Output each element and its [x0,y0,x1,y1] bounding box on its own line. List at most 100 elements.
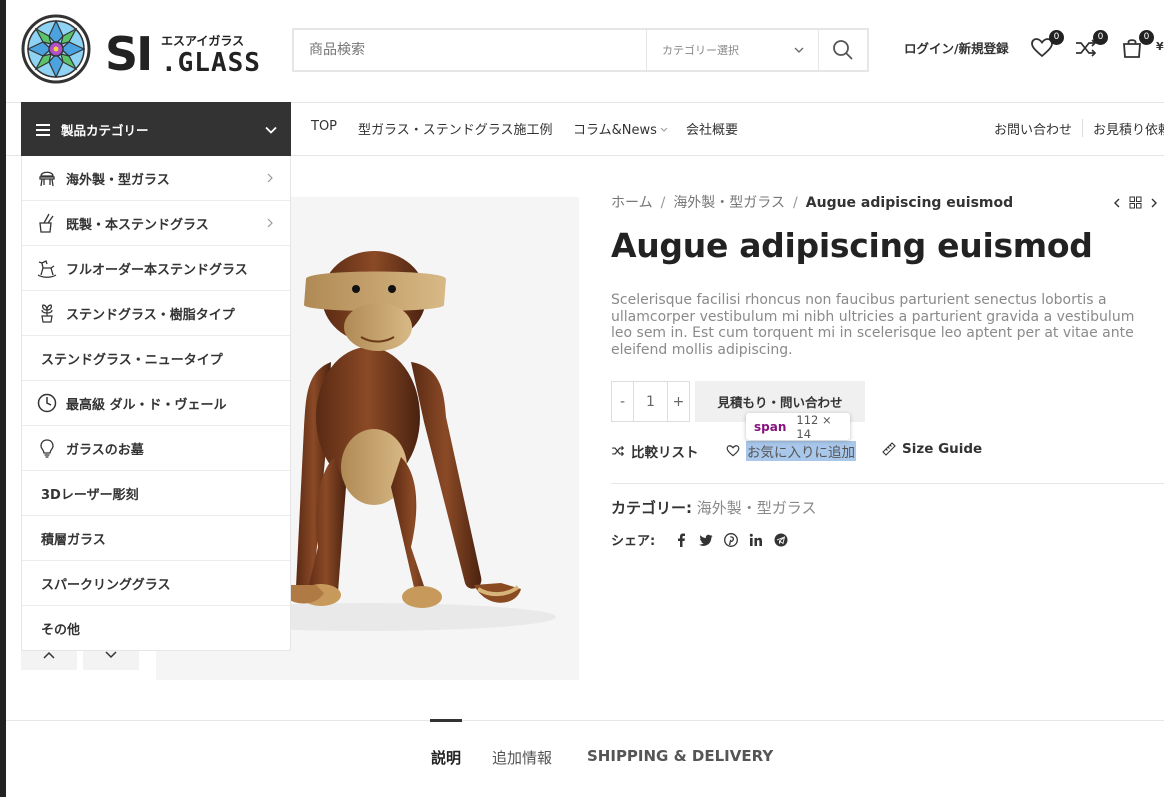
category-item-glass-grave[interactable]: ガラスのお墓 [22,426,290,471]
category-label: その他 [41,623,81,638]
kitchen-icon [39,213,54,233]
product-title: Augue adipiscing euismod [611,226,1093,265]
share-label: シェア: [611,534,656,549]
category-item-other[interactable]: その他 [22,606,290,651]
chevron-right-icon[interactable] [1150,197,1158,209]
category-label: フルオーダー本ステンドグラス [66,262,248,278]
clock-icon [37,393,57,413]
category-dropdown-menu: 海外製・型ガラス 既製・本ステンドグラス フルオーダー本ステンドグラス ステンド… [21,156,291,651]
chevron-down-icon [105,651,117,659]
logo-glass: .GLASS [161,48,261,78]
category-label: ステンドグラス・ニュータイプ [41,352,223,368]
search-category-select[interactable]: カテゴリー選択 [646,30,818,70]
nav-divider [1082,119,1083,137]
category-item-sparkling-glass[interactable]: スパークリンググラス [22,561,290,606]
category-item-dalle-de-verre[interactable]: 最高級 ダル・ド・ヴェール [22,381,290,426]
chevron-down-icon [660,127,668,132]
login-register-link[interactable]: ログイン/新規登録 [904,38,1009,57]
nav-link-company[interactable]: 会社概要 [686,119,738,138]
chair-icon [39,171,55,187]
search-input[interactable] [294,30,646,70]
search-button[interactable] [818,30,867,70]
compare-link[interactable]: 比較リスト [611,441,699,461]
category-item-resin-stained-glass[interactable]: ステンドグラス・樹脂タイプ [22,291,290,336]
telegram-icon[interactable] [774,533,788,547]
product-categories-label: 製品カテゴリー [61,123,149,138]
chevron-left-icon[interactable] [1113,197,1121,209]
plant-icon [41,304,53,323]
search-category-label: カテゴリー選択 [662,44,739,57]
product-description: Scelerisque facilisi rhoncus non faucibu… [611,292,1135,358]
category-item-ready-made-stained-glass[interactable]: 既製・本ステンドグラス [22,201,290,246]
stained-glass-logo-icon [21,14,91,84]
category-label: ステンドグラス・樹脂タイプ [66,307,235,323]
main-navigation: 製品カテゴリー TOP 型ガラス・ステンドグラス施工例 コラム&News 会社概… [6,102,1164,157]
cart-count-badge: 0 [1139,30,1154,45]
wishlist-count-badge: 0 [1049,30,1064,45]
site-header: SI エスアイガラス .GLASS カテゴリー選択 ログイン/新規登録 0 0 … [6,0,1164,102]
tooltip-dimensions: 112 × 14 [796,412,832,441]
tooltip-tag: span [754,419,787,434]
product-navigation [1113,196,1158,209]
nav-link-examples[interactable]: 型ガラス・ステンドグラス施工例 [358,119,552,138]
breadcrumb-home[interactable]: ホーム [611,195,653,211]
nav-link-top[interactable]: TOP [311,119,337,134]
wishlist-label: お気に入りに追加 [746,441,856,461]
devtools-inspector-tooltip: span 112 × 14 [746,412,850,441]
linkedin-icon[interactable] [749,533,763,547]
wishlist-button[interactable]: 0 [1030,30,1064,62]
category-label: 積層ガラス [41,532,106,548]
breadcrumb-category[interactable]: 海外製・型ガラス [673,195,785,211]
quantity-decrease-button[interactable]: - [612,382,634,421]
tab-additional-info[interactable]: 追加情報 [492,747,552,768]
grid-icon[interactable] [1129,196,1142,209]
add-to-wishlist-link[interactable]: お気に入りに追加 [726,441,856,461]
nav-link-quote[interactable]: お見積り依頼 [1093,119,1164,138]
hamburger-menu-icon [36,123,50,136]
compare-button[interactable]: 0 [1074,30,1108,62]
tab-shipping-delivery[interactable]: SHIPPING & DELIVERY [587,747,773,765]
product-categories-toggle[interactable]: 製品カテゴリー [21,102,291,157]
compare-label: 比較リスト [631,445,699,461]
cart-total[interactable]: ¥ [1156,40,1164,53]
logo-wordmark: SI エスアイガラス .GLASS [105,19,260,81]
size-guide-link[interactable]: Size Guide [882,441,982,457]
size-guide-label: Size Guide [902,441,983,457]
breadcrumb-separator: / [660,195,666,211]
heart-icon [726,445,740,457]
chevron-up-icon [43,651,55,659]
category-label: ガラスのお墓 [66,442,144,458]
bulb-icon [40,439,54,458]
category-item-overseas-pattern-glass[interactable]: 海外製・型ガラス [22,156,290,201]
site-logo[interactable]: SI エスアイガラス .GLASS [21,14,260,84]
quantity-increase-button[interactable]: + [667,382,689,421]
chevron-down-icon [265,126,277,134]
breadcrumb-separator: / [793,195,798,211]
search-bar: カテゴリー選択 [292,28,869,72]
category-item-3d-laser-engraving[interactable]: 3Dレーザー彫刻 [22,471,290,516]
cart-button[interactable]: 0 [1120,30,1154,62]
share-bar: シェア: [611,530,788,549]
facebook-icon[interactable] [674,533,688,547]
logo-si: SI [105,27,153,81]
category-meta-value[interactable]: 海外製・型ガラス [697,499,817,517]
ruler-icon [882,442,896,456]
twitter-icon[interactable] [699,533,713,547]
category-item-full-order-stained-glass[interactable]: フルオーダー本ステンドグラス [22,246,290,291]
category-label: スパークリンググラス [41,577,171,593]
pinterest-icon[interactable] [724,532,739,547]
chevron-right-icon [267,218,273,228]
nav-link-contact[interactable]: お問い合わせ [994,119,1072,138]
category-label: 最高級 ダル・ド・ヴェール [66,397,227,413]
quantity-stepper: - 1 + [611,381,690,422]
logo-kana: エスアイガラス [161,34,245,48]
tab-description[interactable]: 説明 [431,747,461,768]
shuffle-icon [612,445,625,457]
category-item-laminated-glass[interactable]: 積層ガラス [22,516,290,561]
category-item-new-type-stained-glass[interactable]: ステンドグラス・ニュータイプ [22,336,290,381]
active-tab-indicator [430,719,462,722]
rocking-horse-icon [37,260,57,278]
chevron-down-icon [794,47,804,53]
nav-link-column-news[interactable]: コラム&News [573,119,668,138]
quantity-input[interactable]: 1 [634,382,667,421]
